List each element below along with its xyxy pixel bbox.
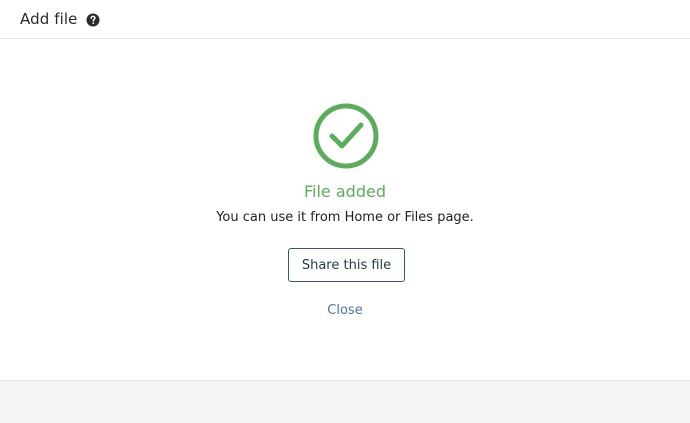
question-circle-icon[interactable] bbox=[86, 13, 100, 27]
dialog-header: Add file bbox=[0, 0, 690, 39]
status-message: You can use it from Home or Files page. bbox=[216, 210, 474, 225]
close-link[interactable]: Close bbox=[0, 303, 690, 318]
add-file-dialog: Add file File added You can use it from … bbox=[0, 0, 690, 423]
status-title: File added bbox=[304, 182, 386, 201]
dialog-title: Add file bbox=[20, 10, 78, 28]
check-circle-icon bbox=[313, 103, 379, 169]
share-file-button[interactable]: Share this file bbox=[288, 248, 405, 282]
dialog-body: File added You can use it from Home or F… bbox=[0, 39, 690, 380]
dialog-footer bbox=[0, 380, 690, 423]
